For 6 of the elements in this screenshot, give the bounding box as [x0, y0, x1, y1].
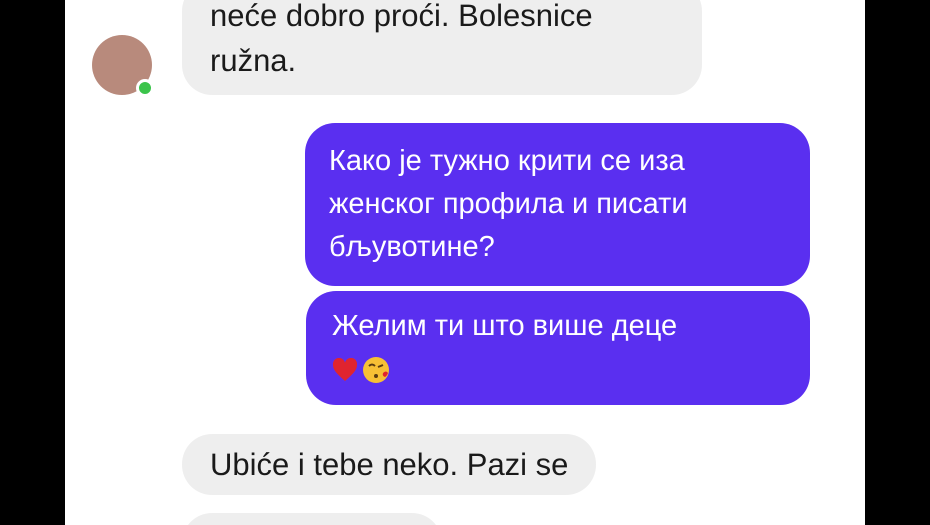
- message-bubble: Ubiće i tebe neko. Pazi se: [182, 434, 596, 495]
- kissing-face-icon: [362, 356, 390, 384]
- message-bubble: Желим ти што више деце: [306, 291, 810, 405]
- message-bubble: neće dobro proći. Bolesnice ružna.: [182, 0, 702, 95]
- message-bubble: Како је тужно крити се иза женског профила и писати бљувотине?: [305, 123, 810, 286]
- heart-icon: [332, 358, 358, 382]
